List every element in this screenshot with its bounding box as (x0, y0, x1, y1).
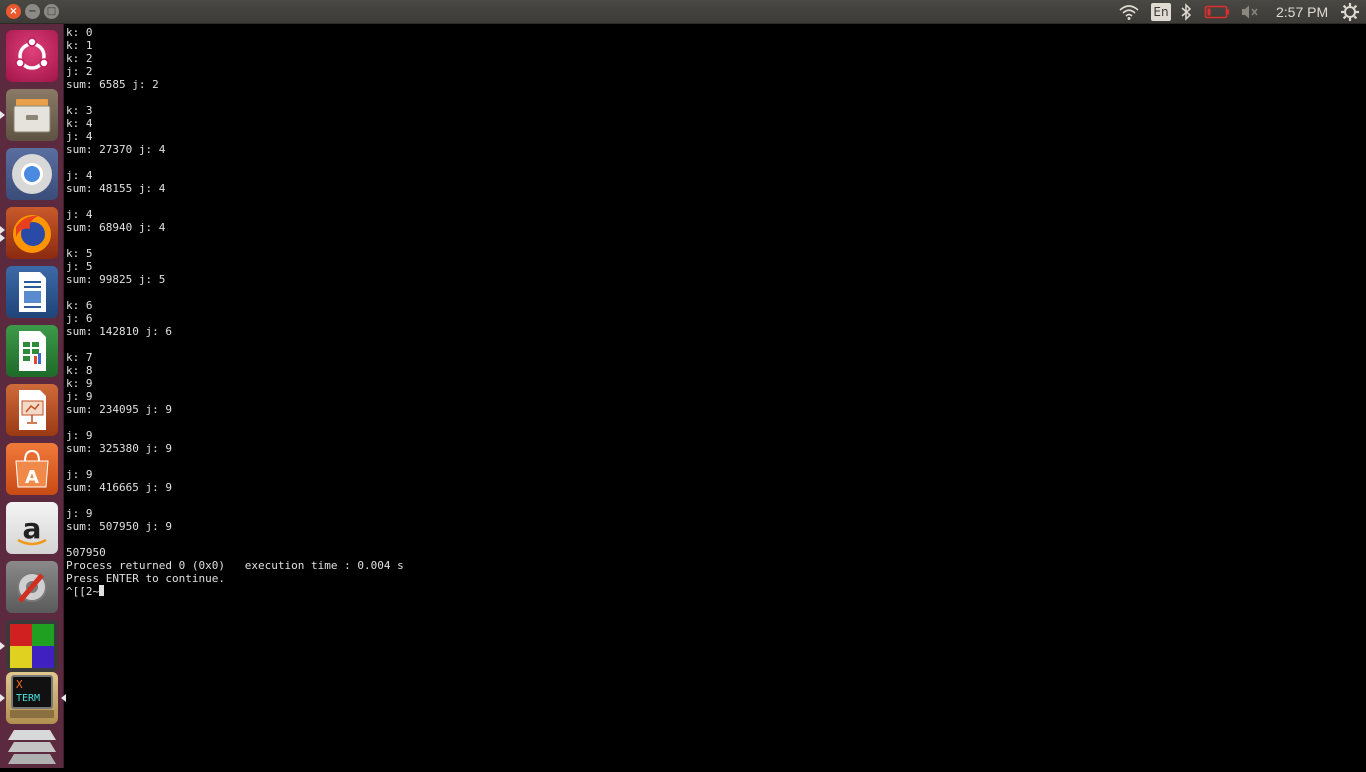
launcher: A a X TERM (0, 24, 66, 768)
terminal-line: sum: 234095 j: 9 (66, 403, 172, 416)
firefox-icon (6, 207, 58, 259)
terminal-line: sum: 325380 j: 9 (66, 442, 172, 455)
terminal-line: k: 2 (66, 52, 93, 65)
launcher-firefox-button[interactable] (0, 207, 58, 259)
terminal-line: sum: 416665 j: 9 (66, 481, 172, 494)
bluetooth-icon[interactable] (1180, 0, 1192, 24)
terminal-line: j: 6 (66, 312, 93, 325)
svg-text:A: A (25, 467, 39, 488)
terminal-line: j: 9 (66, 429, 93, 442)
launcher-dash-button[interactable] (6, 30, 58, 82)
launcher-amazon-button[interactable]: a (6, 502, 58, 554)
terminal-line: j: 5 (66, 260, 93, 273)
launcher-workspaces-button[interactable] (6, 724, 58, 768)
launcher-chromium-button[interactable] (6, 148, 58, 200)
launcher-files-button[interactable] (0, 89, 58, 141)
terminal-prompt-line[interactable]: ^[[2~ (66, 585, 1362, 598)
terminal-line: j: 9 (66, 507, 93, 520)
terminal-line: k: 4 (66, 117, 93, 130)
session-gear-icon[interactable] (1340, 0, 1360, 24)
terminal-line: sum: 507950 j: 9 (66, 520, 172, 533)
system-settings-icon (6, 561, 58, 613)
xterm-icon: X TERM (6, 672, 58, 724)
maximize-window-button[interactable]: □ (44, 4, 59, 19)
terminal-line: k: 8 (66, 364, 93, 377)
wifi-icon[interactable] (1118, 0, 1140, 24)
terminal-line: sum: 99825 j: 5 (66, 273, 166, 286)
clock[interactable]: 2:57 PM (1276, 0, 1328, 24)
launcher-writer-button[interactable] (6, 266, 58, 318)
terminal-line: k: 6 (66, 299, 93, 312)
terminal-line: sum: 142810 j: 6 (66, 325, 172, 338)
amazon-icon: a (6, 502, 58, 554)
terminal-line: 507950 (66, 546, 106, 559)
codeblocks-icon (6, 620, 58, 672)
chromium-icon (6, 148, 58, 200)
terminal-line: k: 5 (66, 247, 93, 260)
svg-text:X: X (16, 678, 23, 691)
terminal-line: k: 3 (66, 104, 93, 117)
terminal-line: k: 0 (66, 26, 93, 39)
ubuntu-dash-icon (6, 30, 58, 82)
keyboard-language-indicator[interactable]: En (1151, 3, 1171, 21)
launcher-impress-button[interactable] (6, 384, 58, 436)
libreoffice-calc-icon (6, 325, 58, 377)
battery-icon[interactable] (1204, 0, 1230, 24)
minimize-window-button[interactable]: − (25, 4, 40, 19)
terminal-line: j: 4 (66, 130, 93, 143)
terminal-cursor (99, 585, 105, 596)
launcher-codeblocks-button[interactable] (0, 620, 58, 672)
workspace-switcher-icon (6, 724, 58, 768)
terminal-line: k: 1 (66, 39, 93, 52)
terminal-line: Process returned 0 (0x0) execution time … (66, 559, 404, 572)
launcher-xterm-button[interactable]: X TERM (0, 672, 66, 724)
terminal-line: j: 9 (66, 390, 93, 403)
terminal-line: sum: 68940 j: 4 (66, 221, 166, 234)
volume-muted-icon[interactable] (1240, 0, 1260, 24)
close-window-button[interactable]: × (6, 4, 21, 19)
terminal-line: sum: 27370 j: 4 (66, 143, 166, 156)
terminal-line: sum: 48155 j: 4 (66, 182, 166, 195)
terminal-line: j: 9 (66, 468, 93, 481)
launcher-software-button[interactable]: A (6, 443, 58, 495)
files-icon (6, 89, 58, 141)
launcher-calc-button[interactable] (6, 325, 58, 377)
terminal-line: k: 7 (66, 351, 93, 364)
libreoffice-writer-icon (6, 266, 58, 318)
svg-text:TERM: TERM (16, 693, 40, 704)
svg-text:a: a (23, 512, 42, 545)
software-center-icon: A (6, 443, 58, 495)
terminal-line: Press ENTER to continue. (66, 572, 225, 585)
top-panel: × − □ En 2:57 PM (0, 0, 1366, 24)
terminal-lines: k: 0 k: 1 k: 2 j: 2 sum: 6585 j: 2 k: 3 k: 4 j:… (66, 26, 1362, 585)
terminal-line: j: 4 (66, 169, 93, 182)
terminal-line: sum: 6585 j: 2 (66, 78, 159, 91)
terminal-prompt-text: ^[[2~ (66, 585, 100, 598)
launcher-settings-button[interactable] (6, 561, 58, 613)
terminal-line: k: 9 (66, 377, 93, 390)
terminal-line: j: 2 (66, 65, 93, 78)
terminal-line: j: 4 (66, 208, 93, 221)
terminal-output[interactable]: k: 0 k: 1 k: 2 j: 2 sum: 6585 j: 2 k: 3 k: 4 j:… (66, 26, 1362, 766)
libreoffice-impress-icon (6, 384, 58, 436)
